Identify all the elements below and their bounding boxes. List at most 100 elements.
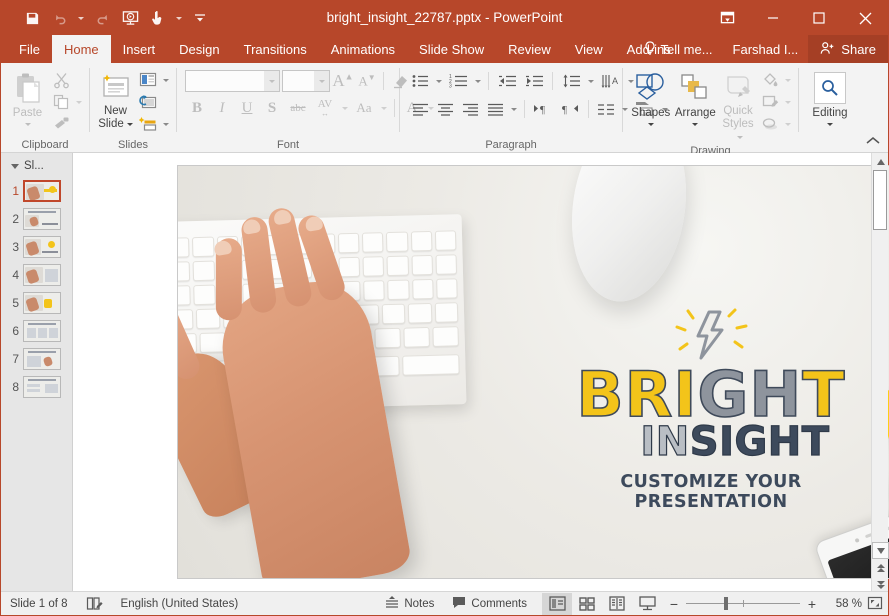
close-icon[interactable] [842, 1, 888, 35]
numbering-dropdown-icon[interactable] [472, 70, 483, 92]
slide-counter[interactable]: Slide 1 of 8 [1, 592, 77, 616]
tab-transitions[interactable]: Transitions [232, 35, 319, 63]
strikethrough-icon[interactable]: abc [285, 97, 311, 119]
text-direction-rtl-icon[interactable]: ¶ [557, 98, 583, 120]
arrange-button[interactable]: Arrange [673, 67, 718, 129]
columns-icon[interactable] [594, 98, 618, 120]
tab-home[interactable]: Home [51, 35, 111, 63]
minimize-icon[interactable] [750, 1, 796, 35]
numbering-icon[interactable]: 123 [445, 70, 471, 92]
quick-styles-button[interactable]: Quick Styles [718, 67, 758, 145]
slide-thumbnail-2[interactable]: 2 [1, 205, 72, 233]
vertical-scrollbar[interactable] [871, 153, 889, 593]
character-spacing-icon[interactable]: AV ↔ [312, 97, 338, 119]
quick-styles-dropdown-icon[interactable] [734, 131, 743, 143]
paste-button[interactable]: Paste [6, 67, 49, 129]
share-button[interactable]: Share [808, 35, 888, 63]
slide-thumbnail-8[interactable]: 8 [1, 373, 72, 401]
format-painter-icon[interactable] [49, 113, 73, 135]
line-spacing-icon[interactable] [558, 70, 584, 92]
bullets-dropdown-icon[interactable] [433, 70, 444, 92]
shapes-dropdown-icon[interactable] [648, 120, 654, 129]
maximize-icon[interactable] [796, 1, 842, 35]
new-slide-dropdown-icon[interactable] [124, 118, 133, 130]
touch-mouse-mode-icon[interactable] [145, 5, 171, 31]
line-spacing-dropdown-icon[interactable] [585, 70, 596, 92]
slide-logo[interactable]: BRIGHT INSIGHT CUSTOMIZE YOUR PRESENTATI… [546, 306, 876, 512]
justify-dropdown-icon[interactable] [508, 98, 519, 120]
zoom-slider-handle[interactable] [724, 597, 728, 610]
slide-thumbnail-3[interactable]: 3 [1, 233, 72, 261]
ribbon-display-options-icon[interactable] [704, 1, 750, 35]
normal-view-icon[interactable] [542, 592, 572, 615]
slide-thumbnail-4[interactable]: 4 [1, 261, 72, 289]
underline-icon[interactable]: U [235, 97, 259, 119]
editing-dropdown-icon[interactable] [827, 120, 833, 129]
tab-insert[interactable]: Insert [111, 35, 168, 63]
change-case-icon[interactable]: Aa [351, 97, 377, 119]
spell-check-icon[interactable] [77, 592, 112, 616]
scrollbar-thumb[interactable] [873, 170, 887, 230]
tab-view[interactable]: View [563, 35, 615, 63]
cut-icon[interactable] [49, 69, 73, 91]
scroll-up-icon[interactable] [872, 153, 889, 170]
slide-thumbnail-1[interactable]: 1 [1, 177, 72, 205]
fit-slide-to-window-icon[interactable] [862, 593, 888, 615]
font-size-dropdown-icon[interactable] [314, 71, 329, 91]
align-left-icon[interactable] [408, 98, 432, 120]
justify-icon[interactable] [483, 98, 507, 120]
character-spacing-dropdown-icon[interactable] [339, 97, 350, 119]
slide-canvas[interactable]: BRIGHT INSIGHT CUSTOMIZE YOUR PRESENTATI… [177, 165, 889, 579]
redo-icon[interactable] [89, 5, 115, 31]
italic-icon[interactable]: I [210, 97, 234, 119]
language-indicator[interactable]: English (United States) [112, 592, 248, 616]
bold-icon[interactable]: B [185, 97, 209, 119]
copy-dropdown-icon[interactable] [73, 91, 84, 113]
slide-thumbnail-7[interactable]: 7 [1, 345, 72, 373]
slide-show-view-icon[interactable] [632, 593, 662, 615]
paste-dropdown-icon[interactable] [25, 120, 31, 129]
shapes-button[interactable]: Shapes [629, 67, 673, 129]
zoom-out-button[interactable]: − [668, 597, 680, 611]
align-right-icon[interactable] [458, 98, 482, 120]
text-direction-ltr-icon[interactable]: ¶ [530, 98, 556, 120]
collapse-triangle-icon[interactable] [11, 163, 19, 169]
section-icon[interactable] [136, 113, 160, 135]
tab-file[interactable]: File [7, 35, 52, 63]
tab-review[interactable]: Review [496, 35, 563, 63]
text-shadow-icon[interactable]: S [260, 97, 284, 119]
tell-me-box[interactable]: Tell me... [634, 35, 723, 63]
notes-button[interactable]: Notes [376, 592, 443, 616]
save-icon[interactable] [19, 5, 45, 31]
layout-icon[interactable] [136, 69, 160, 91]
zoom-slider[interactable] [686, 597, 800, 610]
slide-thumbnail-pane[interactable]: Sl... 1 2 3 4 5 6 7 8 [1, 153, 73, 593]
tab-slide-show[interactable]: Slide Show [407, 35, 496, 63]
layout-dropdown-icon[interactable] [160, 69, 171, 91]
shape-effects-dropdown-icon[interactable] [782, 113, 793, 135]
reading-view-icon[interactable] [602, 593, 632, 615]
text-direction-icon[interactable]: A [598, 70, 624, 92]
zoom-in-button[interactable]: + [806, 597, 818, 611]
user-account[interactable]: Farshad I... [723, 35, 809, 63]
undo-icon[interactable] [47, 5, 73, 31]
scroll-down-icon[interactable] [872, 542, 889, 559]
decrease-font-size-icon[interactable]: A▼ [356, 70, 378, 92]
tab-animations[interactable]: Animations [319, 35, 407, 63]
font-size-input[interactable] [282, 70, 330, 92]
align-center-icon[interactable] [433, 98, 457, 120]
touch-mode-dropdown-icon[interactable] [173, 5, 185, 31]
change-case-dropdown-icon[interactable] [378, 97, 389, 119]
new-slide-button[interactable]: New Slide [95, 67, 136, 131]
collapse-ribbon-icon[interactable] [866, 134, 882, 150]
arrange-dropdown-icon[interactable] [692, 120, 698, 129]
editing-button[interactable]: Editing [804, 67, 856, 129]
increase-indent-icon[interactable] [521, 70, 547, 92]
increase-font-size-icon[interactable]: A▲ [332, 70, 354, 92]
decrease-indent-icon[interactable] [494, 70, 520, 92]
undo-dropdown-icon[interactable] [75, 5, 87, 31]
slide-sorter-view-icon[interactable] [572, 593, 602, 615]
zoom-control[interactable]: − + [662, 597, 824, 611]
shape-fill-icon[interactable] [758, 69, 782, 91]
shape-fill-dropdown-icon[interactable] [782, 69, 793, 91]
